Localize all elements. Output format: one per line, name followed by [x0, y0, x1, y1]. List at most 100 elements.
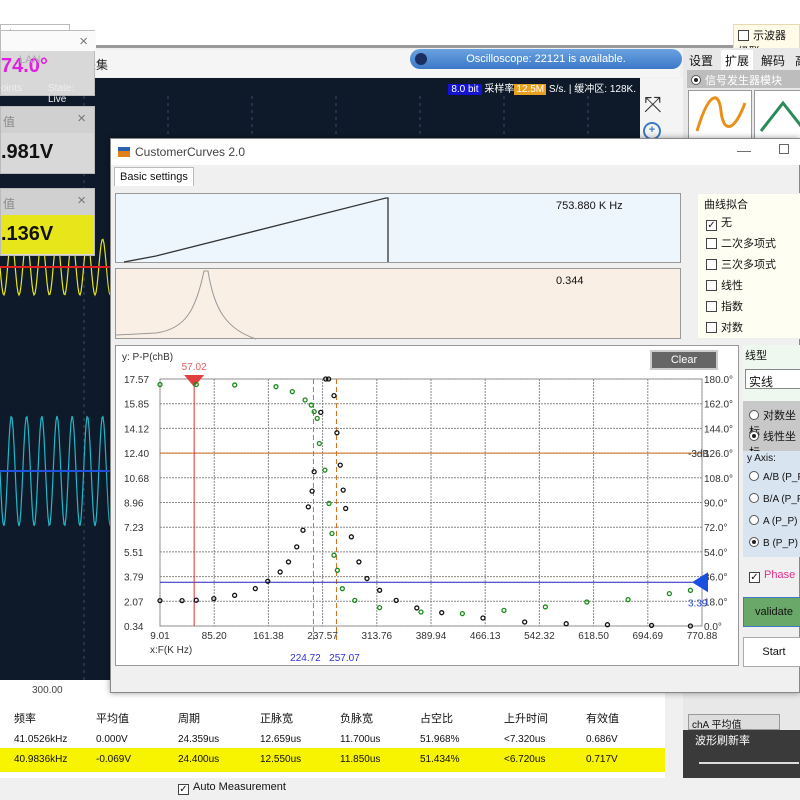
cell: 有效值: [586, 713, 619, 725]
maximize-icon[interactable]: [779, 144, 789, 154]
x-tick-label: 237.57: [307, 631, 338, 642]
phase-point: [501, 607, 507, 614]
cell: 11.700us: [340, 734, 381, 745]
fit-option[interactable]: 对数: [706, 319, 743, 335]
amplitude-point: [522, 619, 528, 625]
radio-b-pp[interactable]: B (P_P): [749, 537, 798, 549]
radio-a-pp[interactable]: A (P_P): [749, 515, 797, 527]
amplitude-point: [480, 615, 486, 621]
sine-wave-button[interactable]: [688, 90, 752, 142]
start-button[interactable]: Start: [743, 637, 800, 667]
amplitude-point: [231, 592, 238, 598]
phase-point: [542, 604, 549, 610]
triangle-wave-button[interactable]: [754, 90, 800, 142]
amplitude-point: [356, 559, 362, 565]
x-tick-label: 161.38: [253, 631, 284, 642]
amplitude-point: [285, 559, 292, 565]
y2-tick-label: 90.0°: [704, 499, 727, 510]
fit-option[interactable]: 二次多项式: [706, 235, 776, 251]
amplitude-point: [337, 462, 343, 468]
phase-point: [193, 381, 199, 388]
phase-point: [273, 384, 279, 390]
y2-tick-label: 180.0°: [704, 375, 733, 386]
phase-point: [459, 610, 465, 617]
close-icon[interactable]: ×: [77, 192, 86, 209]
cell: 正脉宽: [260, 713, 293, 725]
phase-point: [687, 587, 694, 593]
level-handle-icon[interactable]: [692, 572, 708, 593]
phase-point: [625, 597, 631, 603]
phase-point: [311, 409, 317, 415]
banner-text: Oscilloscope: 22121 is available.: [466, 53, 626, 65]
radio-a-over-b[interactable]: A/B (P_P): [749, 471, 800, 483]
amplitude-point: [648, 622, 655, 629]
fit-option[interactable]: 三次多项式: [706, 256, 776, 272]
minimize-icon[interactable]: —: [737, 142, 751, 158]
signal-generator-module[interactable]: 信号发生器模块: [687, 70, 800, 88]
tab-decode[interactable]: 解码: [757, 50, 789, 71]
checkbox-icon: [706, 238, 717, 249]
radio-b-over-a[interactable]: B/A (P_P): [749, 493, 800, 505]
band-edge-label: 224.72: [290, 653, 321, 664]
y-tick-label: 15.85: [124, 400, 149, 411]
y-tick-label: 0.34: [124, 622, 144, 633]
phase-point: [329, 530, 335, 537]
minus-3db-label: -3dB: [688, 449, 709, 460]
validate-button[interactable]: validate: [743, 597, 800, 627]
y2-tick-label: 108.0°: [704, 474, 733, 485]
cell: 24.400us: [178, 754, 220, 765]
phase-point: [232, 382, 238, 388]
tab-basic-settings[interactable]: Basic settings: [114, 167, 194, 186]
phase-point: [302, 397, 308, 403]
fit-option[interactable]: ✓ 无: [706, 214, 732, 231]
rate-value: 12.5M: [514, 84, 547, 95]
auto-measurement-checkbox[interactable]: ✓ Auto Measurement: [178, 781, 286, 795]
amplitude-point: [265, 578, 271, 584]
chart-controls: 线型 实线 对数坐标 线性坐标 y Axis: A/B (P_P) B/A (P…: [743, 345, 800, 694]
measure-panel-2: 值 × .136V: [0, 188, 95, 256]
amplitude-point: [300, 527, 306, 533]
y-tick-label: 14.12: [124, 424, 149, 435]
refresh-slider[interactable]: [699, 762, 799, 764]
tab-extend[interactable]: 扩展: [721, 50, 754, 71]
scope-axis-label: 300.00: [32, 685, 63, 696]
scale-group: 对数坐标 线性坐标: [743, 401, 800, 459]
cell: 0.000V: [96, 734, 128, 745]
phase-point: [322, 467, 328, 473]
amplitude-point: [331, 392, 337, 399]
amplitude-point: [439, 610, 445, 616]
x-tick-label: 542.32: [524, 631, 555, 642]
panel-sub: oints: [1, 83, 23, 94]
temperature-panel: × 74.0° LAN oints State: Live: [0, 30, 96, 105]
checkbox-icon: [738, 30, 749, 41]
app-icon: [118, 147, 130, 157]
amplitude-point: [305, 504, 311, 510]
cursor-label: 57.02: [182, 362, 207, 373]
line-type-select[interactable]: 实线: [745, 369, 800, 389]
lan-label: LAN: [19, 54, 41, 66]
frequency-response-chart: Clear 9.01 85.20 161.38 237.57 313.76 389.94 4…: [115, 345, 739, 666]
cell: 负脉宽: [340, 713, 373, 725]
tab-advanced[interactable]: 高: [791, 50, 800, 71]
response-preview-line: [116, 270, 257, 340]
fit-option[interactable]: 指数: [706, 298, 743, 314]
cell: 11.850us: [340, 754, 381, 765]
fit-option-label: 线性: [721, 280, 743, 292]
tab-settings[interactable]: 设置: [685, 50, 717, 71]
amplitude-point: [604, 622, 611, 628]
channel-select[interactable]: chA 平均值: [688, 714, 780, 731]
close-icon[interactable]: ×: [79, 33, 88, 50]
amplitude-point: [309, 488, 315, 494]
curve-fit-title: 曲线拟合: [704, 199, 748, 211]
fit-option[interactable]: 线性: [706, 277, 743, 293]
y-axis-label: y: P-P(chB): [122, 352, 173, 363]
fullscreen-icon[interactable]: ⤧: [644, 92, 662, 118]
panel-value: .981V: [1, 141, 54, 163]
close-icon[interactable]: ×: [77, 110, 86, 127]
cell: 频率: [14, 713, 36, 725]
cell: 占空比: [420, 713, 453, 725]
phase-checkbox[interactable]: ✓ Phase: [749, 569, 795, 583]
dialog-title: CustomerCurves 2.0: [111, 139, 800, 165]
phase-point: [331, 552, 337, 558]
checkbox-icon: [706, 301, 717, 312]
